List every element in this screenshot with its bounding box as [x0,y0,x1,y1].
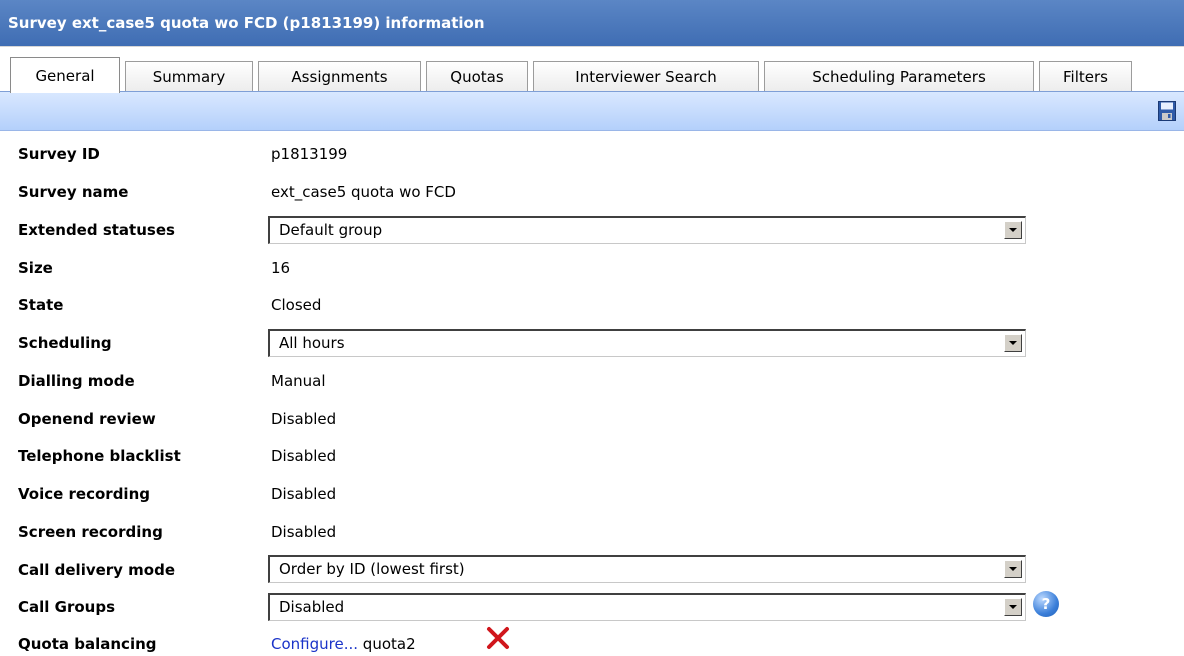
tab-filters[interactable]: Filters [1039,61,1132,92]
extended-statuses-label: Extended statuses [18,221,175,239]
size-label: Size [18,259,53,277]
call-delivery-mode-selected: Order by ID (lowest first) [279,560,465,578]
tab-bar: General Summary Assignments Quotas Inter… [0,46,1184,93]
scheduling-label: Scheduling [18,334,112,352]
extended-statuses-selected: Default group [279,221,383,239]
scheduling-selected: All hours [279,334,345,352]
state-value: Closed [271,296,322,314]
dialling-mode-value: Manual [271,372,326,390]
extended-statuses-select[interactable]: Default group [268,216,1026,244]
tab-scheduling-parameters[interactable]: Scheduling Parameters [764,61,1034,92]
tab-assignments[interactable]: Assignments [258,61,421,92]
call-groups-selected: Disabled [279,598,345,616]
call-delivery-mode-label: Call delivery mode [18,561,176,579]
size-value: 16 [271,259,291,277]
quota-balancing-value: Configure... quota2 [271,635,416,653]
screen-recording-label: Screen recording [18,523,163,541]
survey-id-label: Survey ID [18,145,100,163]
tab-summary[interactable]: Summary [125,61,253,92]
telephone-blacklist-value: Disabled [271,447,337,465]
tab-general[interactable]: General [10,57,120,93]
survey-name-label: Survey name [18,183,129,201]
call-groups-select[interactable]: Disabled [268,593,1026,621]
quota-name: quota2 [362,635,416,653]
call-groups-label: Call Groups [18,598,115,616]
screen-recording-value: Disabled [271,523,337,541]
survey-name-value: ext_case5 quota wo FCD [271,183,456,201]
delete-icon[interactable] [485,625,511,651]
chevron-down-icon[interactable] [1004,598,1022,616]
chevron-down-icon[interactable] [1004,560,1022,578]
window-title-bar: Survey ext_case5 quota wo FCD (p1813199)… [0,0,1184,46]
help-icon[interactable]: ? [1033,591,1059,617]
window-title: Survey ext_case5 quota wo FCD (p1813199)… [8,14,485,32]
save-icon[interactable] [1158,101,1176,121]
survey-id-value: p1813199 [271,145,348,163]
tab-quotas[interactable]: Quotas [426,61,528,92]
call-delivery-mode-select[interactable]: Order by ID (lowest first) [268,555,1026,583]
configure-link[interactable]: Configure... [271,635,358,653]
chevron-down-icon[interactable] [1004,334,1022,352]
openend-review-label: Openend review [18,410,156,428]
voice-recording-label: Voice recording [18,485,150,503]
toolbar [0,91,1184,131]
quota-balancing-label: Quota balancing [18,635,157,653]
telephone-blacklist-label: Telephone blacklist [18,447,181,465]
chevron-down-icon[interactable] [1004,221,1022,239]
state-label: State [18,296,64,314]
voice-recording-value: Disabled [271,485,337,503]
openend-review-value: Disabled [271,410,337,428]
dialling-mode-label: Dialling mode [18,372,135,390]
tab-interviewer-search[interactable]: Interviewer Search [533,61,759,92]
scheduling-select[interactable]: All hours [268,329,1026,357]
